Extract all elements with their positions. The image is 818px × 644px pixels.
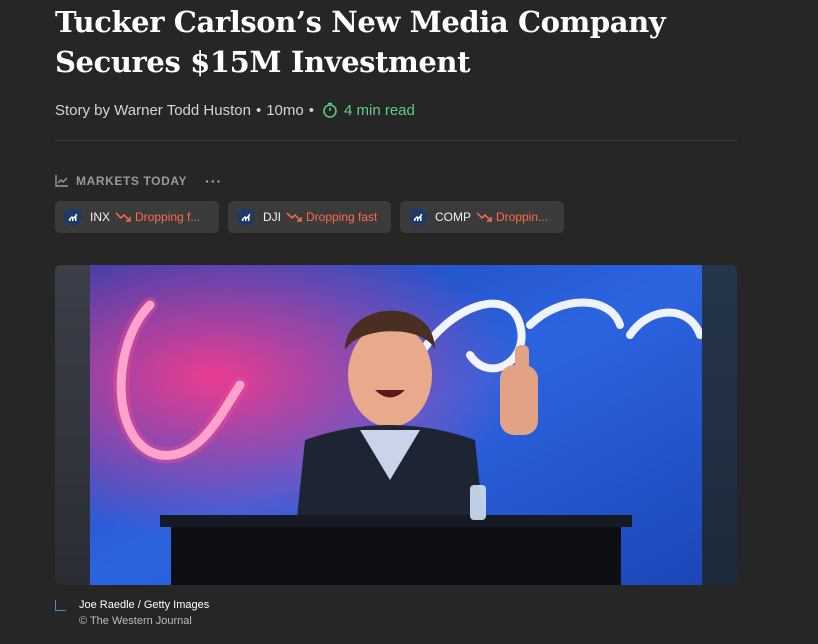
market-status: Dropping f... [135,210,201,224]
article-age: 10mo [266,101,304,119]
trending-down-icon [286,212,302,222]
author-line[interactable]: Story by Warner Todd Huston [55,102,251,119]
line-chart-icon [55,175,68,187]
byline: Story by Warner Todd Huston • 10mo • 4 m… [55,99,415,121]
article-photo[interactable] [55,265,737,585]
photo-frame-left [55,265,90,585]
photo-source: © The Western Journal [79,615,192,627]
market-trend-icon [237,208,255,226]
market-symbol: INX [90,210,111,224]
more-options-button[interactable]: ··· [205,173,222,189]
caption-corner-icon [55,600,66,611]
market-trend-icon [409,208,427,226]
byline-separator: • [255,101,262,119]
photo-frame-right [702,265,737,585]
market-symbol: DJI [263,210,281,224]
byline-separator: • [308,101,314,119]
markets-heading: MARKETS TODAY [76,174,188,188]
market-chip-comp[interactable]: COMP Droppin... [400,201,564,233]
read-time: 4 min read [344,101,415,119]
markets-header: MARKETS TODAY ··· [55,172,222,190]
speaker-photo [90,265,702,585]
market-status: Droppin... [496,210,549,224]
trending-down-icon [476,212,492,222]
market-chips: INX Dropping f... DJI Dropping fast COMP… [55,201,564,233]
article-title: Tucker Carlson’s New Media Company Secur… [55,5,666,79]
trending-down-icon [115,212,131,222]
stopwatch-icon [323,102,337,118]
divider [55,140,737,141]
market-trend-icon [64,208,82,226]
photo-credit: Joe Raedle / Getty Images [79,599,210,611]
market-status: Dropping fast [306,210,378,224]
market-chip-inx[interactable]: INX Dropping f... [55,201,219,233]
market-symbol: COMP [435,210,471,224]
market-chip-dji[interactable]: DJI Dropping fast [228,201,391,233]
